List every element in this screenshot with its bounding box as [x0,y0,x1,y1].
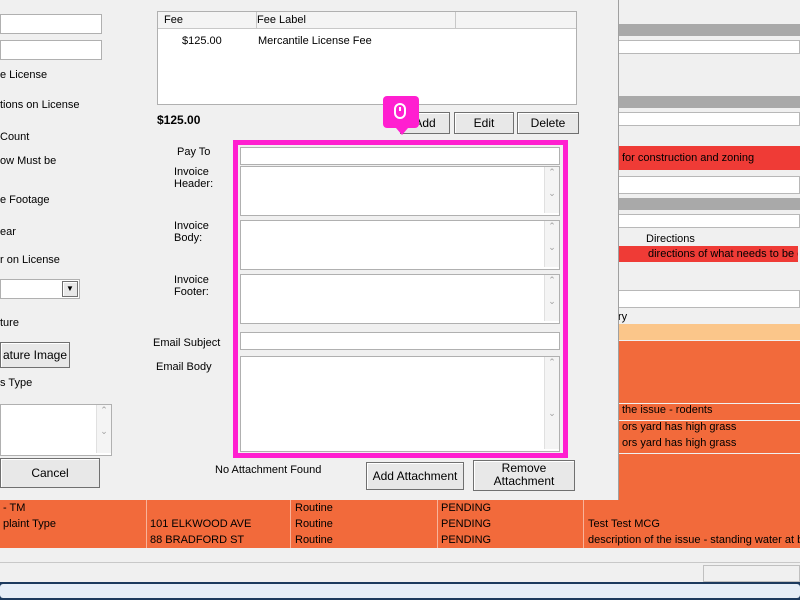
cell: PENDING [438,500,584,516]
highlight-row [618,324,800,340]
fee-table: Fee Fee Label $125.00 Mercantile License… [157,11,577,105]
email-subject-label: Email Subject [153,337,221,349]
status-bar [0,562,800,583]
cell: 101 ELKWOOD AVE [147,516,291,532]
cursor-callout [383,96,419,135]
cell: PENDING [438,516,584,532]
red-cell [618,246,646,262]
table-row[interactable]: - TM Routine PENDING [0,500,800,516]
restrictions-label: tions on License [0,99,80,111]
cell: 88 BRADFORD ST [147,532,291,548]
invoice-header-label: Invoice Header: [174,166,214,190]
issue-text: ors yard has high grass [622,421,737,433]
cell: Routine [292,516,438,532]
issue-text: ors yard has high grass [622,437,737,449]
count-label: Count [0,131,30,143]
cell: Routine [292,500,438,516]
no-attachment-label: No Attachment Found [215,464,322,476]
delete-button[interactable]: Delete [517,112,579,134]
cell [0,532,147,548]
add-attachment-button[interactable]: Add Attachment [366,462,464,490]
chevron-down-icon[interactable]: ▼ [62,281,78,297]
cell [147,500,291,516]
panel-header-bar [618,96,800,108]
mouse-icon [394,103,406,119]
feature-image-button[interactable]: ature Image [0,342,70,368]
year-label: ear [0,226,16,238]
on-license-label: r on License [0,254,60,266]
pay-to-label: Pay To [177,146,211,158]
panel-field [618,290,800,308]
taskbar-strip [0,584,800,598]
cell: PENDING [438,532,584,548]
fee-cell: $125.00 [182,35,222,47]
directions-header: Directions [646,233,695,245]
panel-field [618,112,800,126]
issue-row[interactable]: ors yard has high grass [618,421,800,437]
cancel-button[interactable]: Cancel [0,458,100,488]
callout-pointer [396,128,408,135]
dropdown[interactable]: ▼ [0,279,80,299]
invoice-footer-label: Invoice Footer: [174,274,209,298]
cell: description of the issue - standing wate… [585,532,800,548]
issue-row[interactable]: ors yard has high grass [618,437,800,453]
cell: Test Test MCG [585,516,800,532]
taskbar [0,582,800,600]
directions-value: directions of what needs to be g [644,246,798,262]
type-label: s Type [0,377,33,389]
panel-header-bar [618,24,800,36]
background-panel: for construction and zoning Directions d… [590,0,800,500]
fee-total: $125.00 [157,113,201,127]
text-area[interactable]: ⌃ ⌄ [0,404,112,456]
footage-label: e Footage [0,194,50,206]
issue-row[interactable]: the issue - rodents [618,404,800,420]
license-label: e License [0,69,48,81]
feature-label: ture [0,317,19,329]
scrollbar[interactable]: ⌃ ⌄ [96,405,111,453]
panel-header-bar [618,198,800,210]
cell [585,500,800,516]
text-field[interactable] [0,14,102,34]
fee-label-cell: Mercantile License Fee [258,35,372,47]
panel-field [618,214,800,228]
table-row[interactable]: plaint Type 101 ELKWOOD AVE Routine PEND… [0,516,800,532]
text-field[interactable] [0,40,102,60]
orange-rows [618,341,800,403]
panel-field [618,40,800,54]
table-row[interactable]: 88 BRADFORD ST Routine PENDING descripti… [0,532,800,548]
issue-text: the issue - rodents [622,404,713,416]
history-label: ry [618,311,628,323]
cell: - TM [0,500,147,516]
red-note: for construction and zoning [618,146,800,170]
email-body-label: Email Body [156,361,212,373]
must-be-label: ow Must be [0,155,57,167]
panel-field [618,176,800,194]
remove-attachment-button[interactable]: Remove Attachment [473,460,575,491]
fee-table-header: Fee Fee Label [158,12,576,29]
edit-button[interactable]: Edit [454,112,514,134]
orange-rows [618,454,800,500]
column-header-fee-label[interactable]: Fee Label [251,12,456,28]
status-panel [703,565,800,582]
column-header-fee[interactable]: Fee [158,12,257,28]
blank-area [0,548,800,562]
cell: Routine [292,532,438,548]
highlight-box [233,140,568,458]
invoice-body-label: Invoice Body: [174,220,209,244]
cell: plaint Type [0,516,147,532]
